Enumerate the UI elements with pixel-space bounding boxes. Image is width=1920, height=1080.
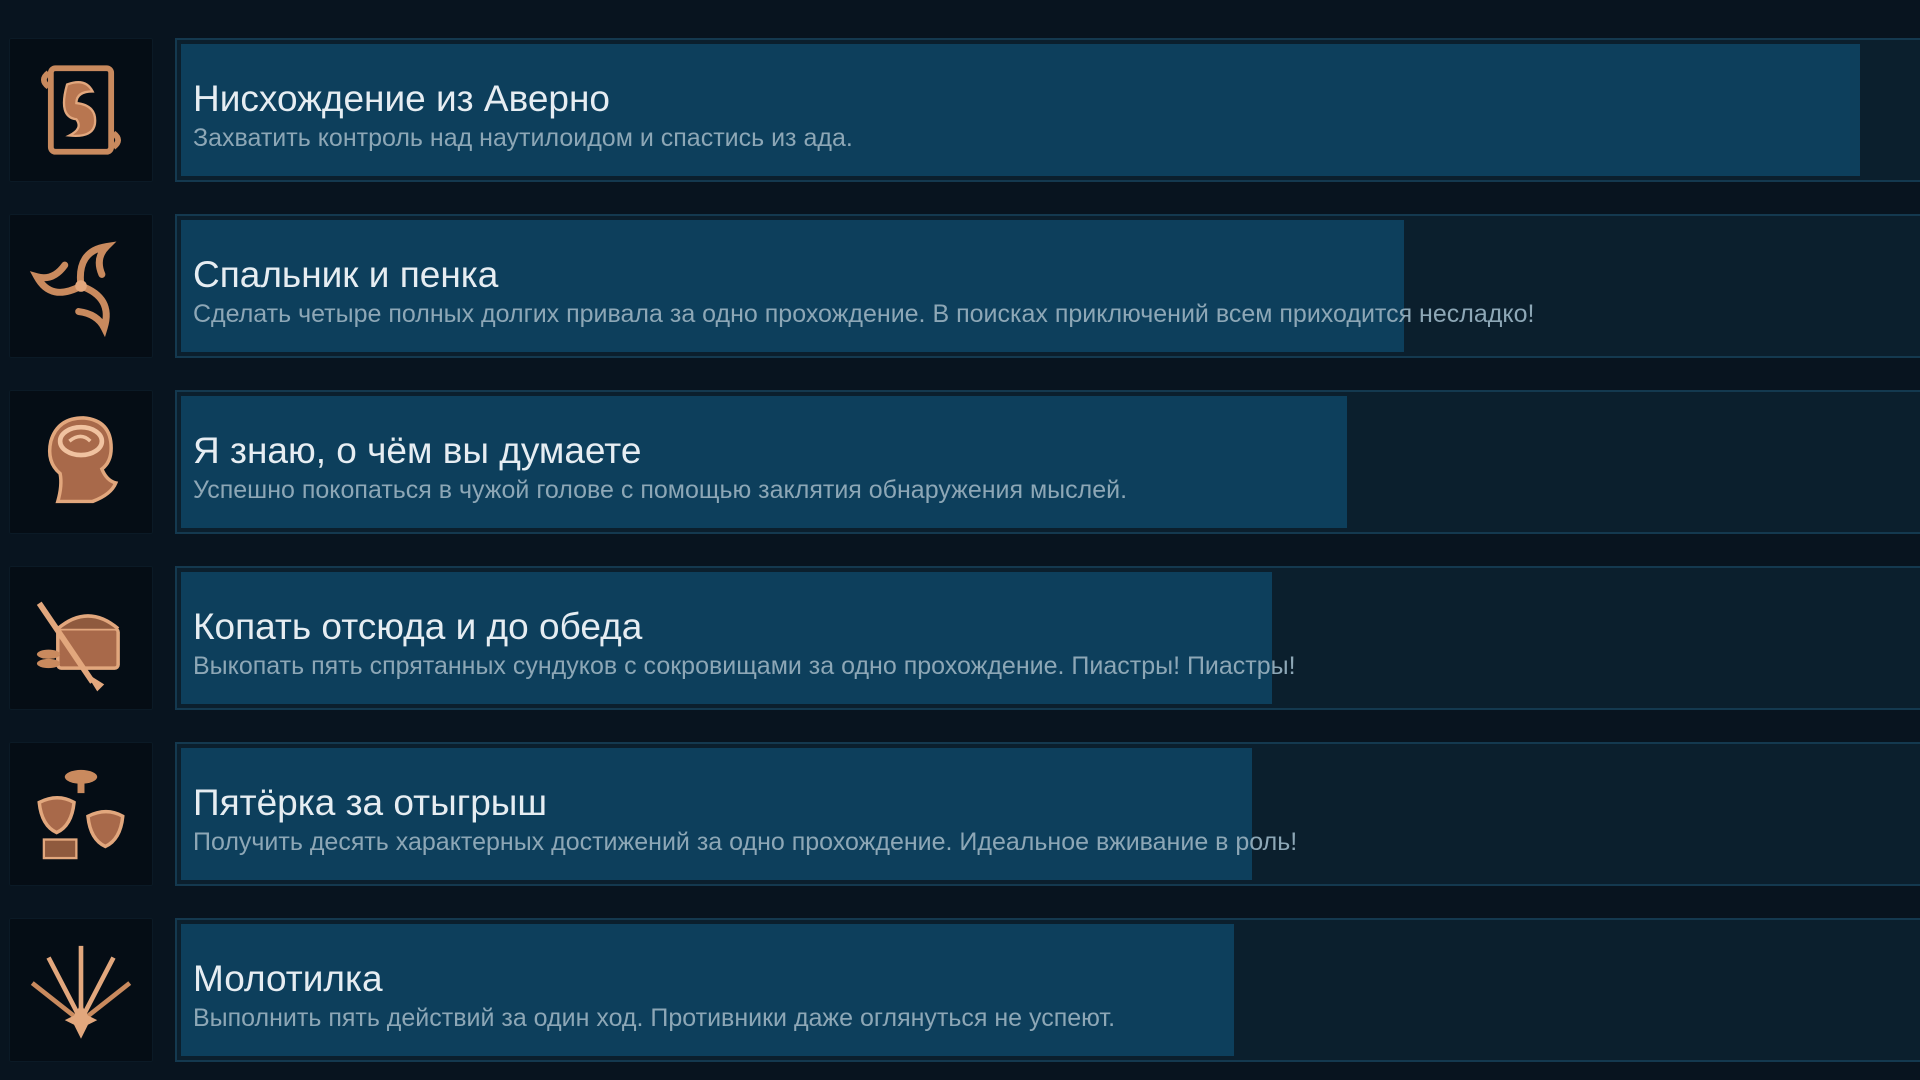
achievement-description: Сделать четыре полных долгих привала за … — [193, 300, 1535, 328]
achievement-row[interactable]: Копать отсюда и до обеда Выкопать пять с… — [0, 566, 1920, 710]
treasure-shovel-icon — [36, 601, 120, 692]
achievement-title: Молотилка — [193, 958, 383, 999]
achievement-title: Я знаю, о чём вы думаете — [193, 430, 642, 471]
party-masks-icon — [37, 769, 125, 860]
achievement-icon-frame — [9, 390, 153, 534]
achievement-title: Пятёрка за отыгрыш — [193, 782, 548, 823]
brain-head-icon — [47, 416, 119, 504]
achievement-icon-frame — [9, 566, 153, 710]
achievement-panel: Нисхождение из Аверно Захватить контроль… — [175, 38, 1920, 182]
achievement-description: Получить десять характерных достижений з… — [193, 828, 1298, 856]
achievement-row[interactable]: Я знаю, о чём вы думаете Успешно покопат… — [0, 390, 1920, 534]
achievement-icon-frame — [9, 38, 153, 182]
achievement-row[interactable]: Нисхождение из Аверно Захватить контроль… — [0, 38, 1920, 182]
achievement-panel: Копать отсюда и до обеда Выкопать пять с… — [175, 566, 1920, 710]
achievement-row[interactable]: Пятёрка за отыгрыш Получить десять харак… — [0, 742, 1920, 886]
achievement-panel: Спальник и пенка Сделать четыре полных д… — [175, 214, 1920, 358]
achievement-list: Нисхождение из Аверно Захватить контроль… — [0, 0, 1920, 1080]
achievement-panel: Пятёрка за отыгрыш Получить десять харак… — [175, 742, 1920, 886]
achievement-row[interactable]: Молотилка Выполнить пять действий за оди… — [0, 918, 1920, 1062]
achievement-row[interactable]: Спальник и пенка Сделать четыре полных д… — [0, 214, 1920, 358]
achievement-icon-frame — [9, 742, 153, 886]
crescent-triskelion-icon — [29, 241, 117, 338]
achievement-title: Спальник и пенка — [193, 254, 499, 295]
achievement-description: Успешно покопаться в чужой голове с помо… — [193, 476, 1128, 504]
achievement-title: Нисхождение из Аверно — [193, 78, 611, 119]
achievement-description: Выкопать пять спрятанных сундуков с сокр… — [193, 652, 1296, 680]
dragon-scroll-icon — [41, 65, 121, 155]
achievement-icon-frame — [9, 214, 153, 358]
achievement-icon-frame — [9, 918, 153, 1062]
achievement-description: Выполнить пять действий за один ход. Про… — [193, 1004, 1116, 1032]
achievement-panel: Молотилка Выполнить пять действий за оди… — [175, 918, 1920, 1062]
achievement-title: Копать отсюда и до обеда — [193, 606, 643, 647]
achievement-panel: Я знаю, о чём вы думаете Успешно покопат… — [175, 390, 1920, 534]
achievement-description: Захватить контроль над наутилоидом и спа… — [193, 124, 853, 152]
swords-burst-icon — [30, 945, 132, 1039]
